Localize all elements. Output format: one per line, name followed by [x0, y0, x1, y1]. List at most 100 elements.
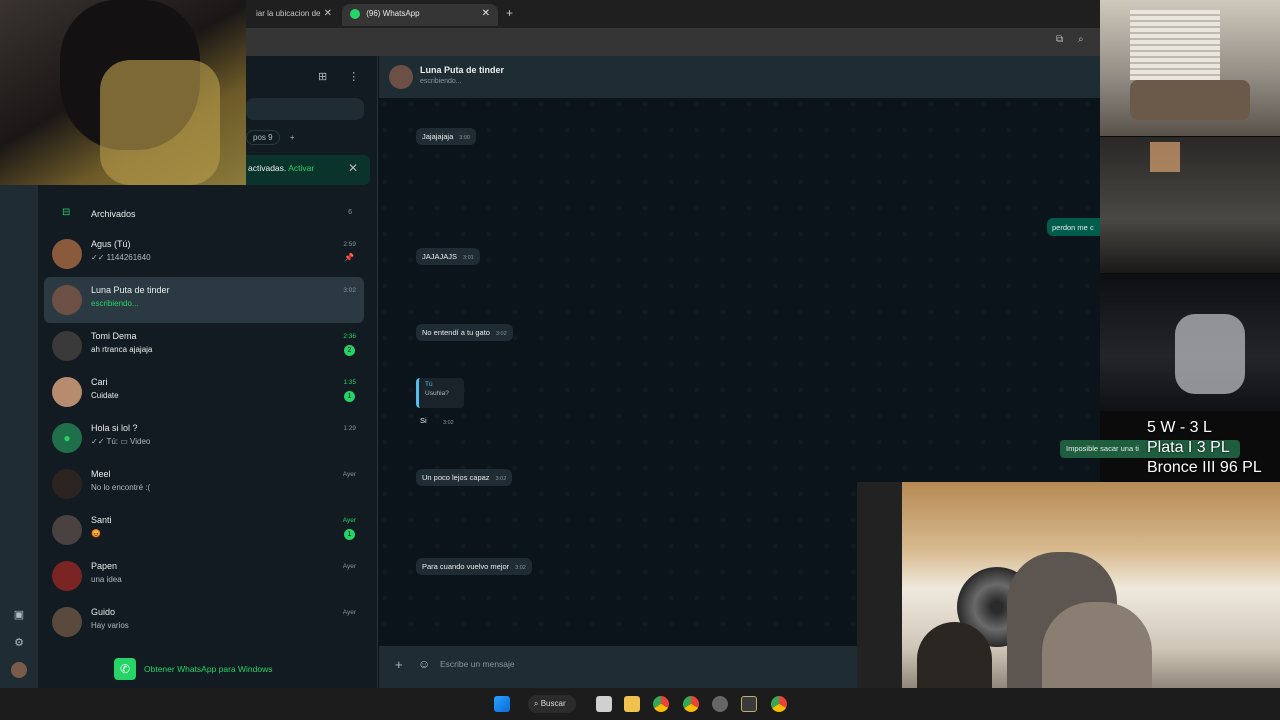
- chat-item[interactable]: Agus (Tú) ✓✓ 1144261640 2:59 📌: [44, 231, 364, 277]
- tab-title: iar la ubicacion de: [256, 9, 321, 18]
- rank-line: Bronce III 96 PL: [1147, 459, 1262, 476]
- get-windows-app-link[interactable]: ✆ Obtener WhatsApp para Windows: [114, 657, 364, 681]
- install-app-icon[interactable]: ⧉: [1056, 34, 1063, 45]
- media-icon[interactable]: ▣: [11, 608, 27, 624]
- chat-time: Ayer: [342, 563, 356, 570]
- whatsapp-favicon-icon: [350, 8, 360, 19]
- chat-time: 1:29: [343, 425, 356, 432]
- chat-last-message: ✓✓ Tú: ▭ Video: [91, 437, 151, 446]
- new-chat-icon[interactable]: ⊞: [318, 71, 327, 83]
- message-bubble[interactable]: Un poco lejos capaz 3:02: [416, 469, 513, 486]
- chat-name: Luna Puta de tinder: [91, 285, 170, 295]
- search-label: Buscar: [540, 699, 566, 708]
- camera-feed-dark-room: [1100, 274, 1280, 411]
- activate-link[interactable]: Activar: [288, 163, 314, 173]
- get-windows-label: Obtener WhatsApp para Windows: [144, 664, 273, 674]
- message-time: 3:02: [515, 565, 526, 571]
- notification-text: activadas. Activar: [248, 163, 314, 173]
- filter-groups[interactable]: pos 9: [246, 130, 280, 145]
- message-time: 3:02: [495, 331, 507, 337]
- message-bubble[interactable]: Para cuando vuelvo mejor 3:02: [416, 558, 532, 575]
- archived-row[interactable]: ⊟ Archivados 6: [44, 200, 364, 228]
- chrome-icon[interactable]: [653, 696, 669, 712]
- chat-name: Santi: [91, 515, 112, 525]
- outgoing-message[interactable]: perdon me c: [1047, 218, 1100, 236]
- conversation-header[interactable]: [379, 56, 1100, 98]
- zoom-icon[interactable]: ⌕: [1078, 34, 1084, 45]
- file-explorer-icon[interactable]: [596, 696, 612, 712]
- chat-time: 2:36: [343, 333, 356, 340]
- emoji-icon[interactable]: ☺: [418, 657, 430, 671]
- chat-avatar: [52, 377, 82, 407]
- chat-avatar: [52, 469, 82, 499]
- folder-icon[interactable]: [624, 696, 640, 712]
- message-input[interactable]: Escribe un mensaje: [440, 659, 515, 669]
- chrome-window-icon[interactable]: [771, 696, 787, 712]
- close-notification-icon[interactable]: ✕: [348, 161, 358, 175]
- chat-last-message: ah rtranca ajajaja: [91, 345, 153, 354]
- chat-item[interactable]: Meel No lo encontré :( Ayer: [44, 461, 364, 507]
- contact-name: Luna Puta de tinder: [420, 65, 505, 75]
- message-time: 3:00: [459, 135, 470, 141]
- settings-app-icon[interactable]: [712, 696, 728, 712]
- add-filter-button[interactable]: +: [290, 133, 295, 142]
- chat-time: Ayer: [342, 517, 356, 524]
- webcam-overlay-top-left: [0, 0, 246, 185]
- browser-tab-whatsapp[interactable]: (96) WhatsApp ✕: [342, 4, 498, 26]
- pin-icon: 📌: [344, 253, 354, 262]
- notification-message: activadas.: [248, 163, 287, 173]
- close-tab-icon[interactable]: ✕: [482, 4, 490, 24]
- archived-count: 6: [348, 209, 352, 216]
- chat-avatar: [52, 515, 82, 545]
- message-bubble[interactable]: Jajajajaja 3:00: [416, 128, 476, 145]
- chat-name: Tomi Dema: [91, 331, 137, 341]
- message-text: JAJAJAJS: [422, 252, 458, 261]
- close-tab-icon[interactable]: ✕: [324, 4, 332, 24]
- camera-feed-living-room: [1100, 0, 1280, 136]
- archive-icon: ⊟: [62, 207, 71, 218]
- chat-avatar: [52, 285, 82, 315]
- message-time: 3:01: [463, 255, 474, 261]
- chat-item[interactable]: Tomi Dema ah rtranca ajajaja 2:36 2: [44, 323, 364, 369]
- chat-time: Ayer: [342, 471, 356, 478]
- chat-last-message: ✓✓ 1144261640: [91, 253, 151, 262]
- chat-last-message: No lo encontré :(: [91, 483, 151, 492]
- reply-text: Si: [420, 416, 427, 425]
- chat-last-message: 😡: [91, 529, 101, 538]
- message-text: No entendí a tu gato: [422, 328, 490, 337]
- chrome-profile-icon[interactable]: [683, 696, 699, 712]
- chat-item[interactable]: ● Hola si lol ? ✓✓ Tú: ▭ Video 1:29: [44, 415, 364, 461]
- menu-icon[interactable]: ⋮: [348, 71, 359, 83]
- message-text: Jajajajaja: [422, 132, 454, 141]
- taskbar-search[interactable]: ⌕ Buscar: [528, 695, 576, 713]
- unread-badge: 2: [344, 345, 355, 356]
- rank-overlay: 5 W - 3 L Plata I 3 PL Bronce III 96 PL: [1147, 418, 1262, 478]
- windows-start-icon[interactable]: [494, 696, 510, 712]
- unread-badge: 1: [344, 391, 355, 402]
- chat-item[interactable]: Papen una idea Ayer: [44, 553, 364, 599]
- message-text: Un poco lejos capaz: [422, 473, 490, 482]
- chat-name: Guido: [91, 607, 116, 617]
- chat-item[interactable]: Cari Cuidate 1:35 1: [44, 369, 364, 415]
- profile-avatar[interactable]: [11, 662, 27, 678]
- contact-avatar[interactable]: [389, 65, 413, 89]
- settings-gear-icon[interactable]: ⚙: [11, 636, 27, 652]
- windows-taskbar: [0, 688, 1280, 720]
- browser-tab-maps[interactable]: iar la ubicacion de ✕: [248, 4, 340, 26]
- chat-name: Agus (Tú): [91, 239, 131, 249]
- chat-last-message: Hay varios: [91, 621, 129, 630]
- tab-title: (96) WhatsApp: [366, 9, 420, 18]
- new-tab-button[interactable]: +: [506, 6, 513, 20]
- league-of-legends-icon[interactable]: [741, 696, 757, 712]
- search-input[interactable]: [246, 98, 364, 120]
- message-bubble[interactable]: JAJAJAJS 3:01: [416, 248, 480, 265]
- chat-name: Hola si lol ?: [91, 423, 138, 433]
- attach-plus-icon[interactable]: +: [395, 657, 403, 672]
- message-bubble[interactable]: No entendí a tu gato 3:02: [416, 324, 513, 341]
- quoted-message[interactable]: Tú Usuhia?: [416, 378, 464, 408]
- chat-name: Meel: [91, 469, 111, 479]
- chat-time: 3:02: [343, 287, 356, 294]
- chat-item[interactable]: Santi 😡 Ayer 1: [44, 507, 364, 553]
- chat-item[interactable]: Guido Hay varios Ayer: [44, 599, 364, 645]
- chat-item-selected[interactable]: Luna Puta de tinder escribiendo... 3:02: [44, 277, 364, 323]
